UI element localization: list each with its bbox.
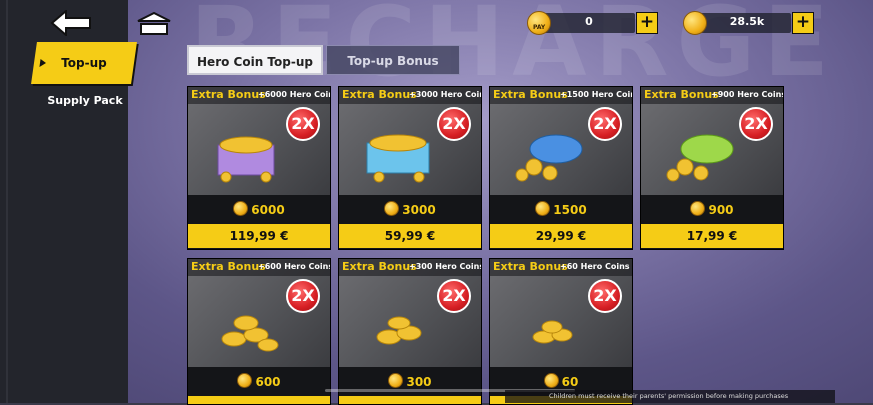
coin-amount-row: 6000 — [188, 201, 330, 221]
double-badge: 2X — [588, 279, 622, 313]
double-badge: 2X — [739, 107, 773, 141]
back-arrow-icon — [50, 8, 91, 38]
bonus-label: Extra Bonus — [342, 260, 417, 273]
coin-amount: 600 — [255, 375, 281, 389]
back-button[interactable] — [50, 8, 94, 38]
coin-amount-row: 900 — [641, 201, 783, 221]
add-pay-button[interactable]: + — [636, 12, 658, 34]
home-icon — [137, 11, 171, 35]
coin-bag-icon — [666, 134, 734, 182]
hero-coin-value: 28.5k — [729, 15, 765, 28]
coin-amount-row: 3000 — [339, 201, 481, 221]
hero-coin-icon — [683, 11, 707, 35]
coin-icon — [543, 373, 559, 388]
coin-icon — [388, 373, 404, 388]
parental-disclaimer: Children must receive their parents' per… — [505, 390, 835, 403]
product-card[interactable]: Extra Bonus +6000 Hero Coins 2X 6000 119… — [187, 86, 331, 250]
pay-coin-icon — [527, 11, 551, 35]
coin-amount-row: 1500 — [490, 201, 632, 221]
double-badge: 2X — [437, 279, 471, 313]
coin-amount: 900 — [708, 203, 734, 217]
price-button[interactable]: 17,99 € — [641, 224, 783, 248]
pay-value: 0 — [585, 15, 593, 28]
home-button[interactable] — [134, 10, 174, 36]
coin-icon — [233, 201, 249, 216]
bonus-label: Extra Bonus — [493, 260, 568, 273]
coin-bag-icon — [515, 134, 583, 182]
coin-amount: 6000 — [251, 203, 285, 217]
sidebar-item-topup[interactable]: Top-up — [31, 42, 137, 84]
chest-icon — [366, 134, 430, 183]
double-badge: 2X — [286, 107, 320, 141]
hero-coin-display: 28.5k + — [683, 11, 814, 35]
coin-amount: 300 — [406, 375, 432, 389]
coin-icon — [384, 201, 400, 216]
product-card[interactable]: Extra Bonus +1500 Hero Coins 2X 1500 29,… — [489, 86, 633, 250]
bonus-amount: +600 Hero Coins — [258, 262, 331, 271]
product-card[interactable]: Extra Bonus +300 Hero Coins 2X 300 — [338, 258, 482, 405]
product-card[interactable]: Extra Bonus +60 Hero Coins 2X 60 — [489, 258, 633, 405]
bonus-label: Extra Bonus — [191, 88, 266, 101]
coin-amount-row: 600 — [188, 373, 330, 393]
bonus-amount: +3000 Hero Coins — [409, 90, 482, 99]
price-button[interactable] — [339, 396, 481, 404]
coin-icon — [690, 201, 706, 216]
tab-topup-bonus[interactable]: Top-up Bonus — [326, 45, 460, 75]
product-card[interactable]: Extra Bonus +900 Hero Coins 2X 900 17,99… — [640, 86, 784, 250]
coin-pile-icon — [376, 316, 422, 345]
bonus-label: Extra Bonus — [493, 88, 568, 101]
bonus-amount: +6000 Hero Coins — [258, 90, 331, 99]
gift-box-icon — [217, 136, 275, 183]
bonus-amount: +900 Hero Coins — [711, 90, 784, 99]
coin-amount: 60 — [561, 375, 579, 389]
bonus-label: Extra Bonus — [644, 88, 719, 101]
double-badge: 2X — [286, 279, 320, 313]
bonus-amount: +1500 Hero Coins — [560, 90, 633, 99]
coin-pile-icon — [221, 315, 279, 352]
product-card[interactable]: Extra Bonus +3000 Hero Coins 2X 3000 59,… — [338, 86, 482, 250]
sidebar-item-label: Top-up — [61, 56, 107, 70]
bonus-label: Extra Bonus — [191, 260, 266, 273]
pay-tag: PAY — [533, 24, 546, 31]
coin-icon — [535, 201, 551, 216]
coin-icon — [237, 373, 253, 388]
bonus-amount: +60 Hero Coins — [560, 262, 630, 271]
price-button[interactable]: 29,99 € — [490, 224, 632, 248]
add-hero-coin-button[interactable]: + — [792, 12, 814, 34]
product-card[interactable]: Extra Bonus +600 Hero Coins 2X 600 — [187, 258, 331, 405]
tab-hero-coin-topup[interactable]: Hero Coin Top-up — [187, 45, 323, 75]
sidebar-item-supply-pack[interactable]: Supply Pack — [30, 94, 140, 107]
price-button[interactable]: 119,99 € — [188, 224, 330, 248]
bonus-label: Extra Bonus — [342, 88, 417, 101]
double-badge: 2X — [588, 107, 622, 141]
coin-amount: 3000 — [402, 203, 436, 217]
coin-pile-icon — [532, 320, 573, 344]
price-button[interactable]: 59,99 € — [339, 224, 481, 248]
pay-currency-display: PAY 0 + — [527, 11, 658, 35]
double-badge: 2X — [437, 107, 471, 141]
coin-amount: 1500 — [553, 203, 587, 217]
bonus-amount: +300 Hero Coins — [409, 262, 482, 271]
price-button[interactable] — [188, 396, 330, 404]
